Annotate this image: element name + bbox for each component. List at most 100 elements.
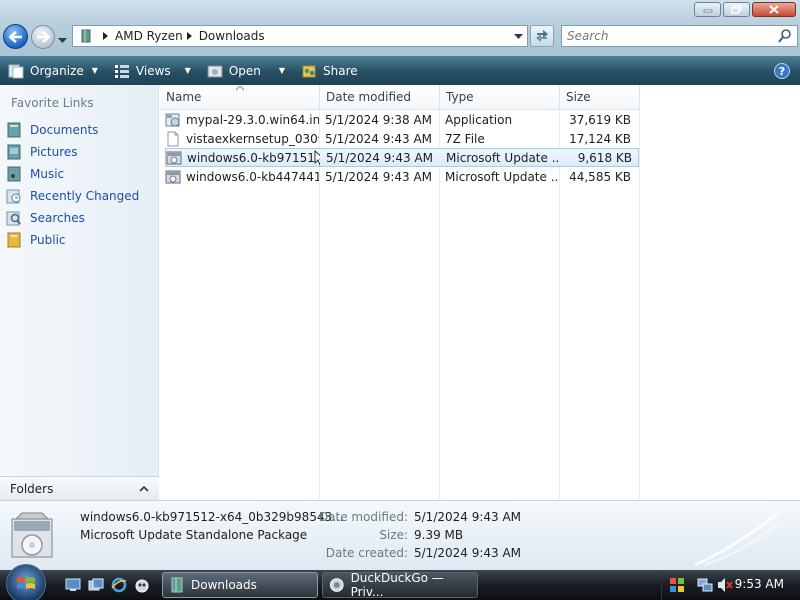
forward-arrow-icon (37, 31, 50, 43)
share-button[interactable]: Share (293, 56, 366, 85)
switch-windows-icon[interactable] (87, 576, 105, 594)
column-header-row: Name Date modified Type Size (160, 85, 800, 110)
column-header-label: Name (166, 90, 202, 104)
open-package-icon (207, 65, 223, 77)
minimize-button[interactable] (694, 2, 721, 17)
forward-button[interactable] (31, 25, 55, 49)
file-type: Application (445, 112, 513, 127)
searches-icon (6, 210, 22, 226)
file-size: 44,585 KB (569, 169, 631, 184)
column-header-label: Type (446, 90, 474, 104)
chevron-down-icon: ▼ (184, 66, 191, 75)
sidebar-item-searches[interactable]: Searches (6, 207, 139, 229)
installer-icon (165, 113, 180, 126)
file-name: windows6.0-kb97151 (187, 150, 315, 165)
file-name: vistaexkernsetup_0309... (186, 131, 319, 146)
details-pane: windows6.0-kb971512-x64_0b329b98543... M… (0, 500, 800, 570)
sidebar-item-label: Documents (30, 123, 99, 137)
show-desktop-icon[interactable] (64, 576, 82, 594)
command-bar: Organize ▼ Views ▼ Open ▼ Share (0, 56, 800, 85)
media-app-icon[interactable] (133, 576, 151, 594)
file-row-windows6-kb971512[interactable]: windows6.0-kb97151 5/1/2024 9:43 AM Micr… (165, 148, 639, 167)
taskbar-item-downloads[interactable]: Downloads (162, 572, 318, 598)
organize-icon (8, 64, 24, 78)
maximize-button[interactable] (723, 2, 750, 17)
windows-update-tray-icon[interactable] (669, 577, 685, 593)
clock[interactable]: 9:53 AM (735, 577, 784, 591)
sidebar-item-pictures[interactable]: Pictures (6, 141, 139, 163)
breadcrumb-item-amd-ryzen[interactable]: AMD Ryzen (115, 29, 183, 43)
update-package-large-icon (11, 512, 53, 558)
address-bar[interactable]: AMD Ryzen Downloads (72, 25, 528, 47)
chevron-down-icon (58, 38, 67, 43)
sidebar-item-documents[interactable]: Documents (6, 119, 139, 141)
file-row-mypal[interactable]: mypal-29.3.0.win64.ins... 5/1/2024 9:38 … (165, 110, 639, 129)
chevron-down-icon: ▼ (91, 66, 98, 75)
chevron-down-icon: ▼ (278, 66, 286, 75)
details-date-created: 5/1/2024 9:43 AM (414, 546, 522, 560)
file-row-windows6-kb447441[interactable]: windows6.0-kb447441... 5/1/2024 9:43 AM … (165, 167, 639, 186)
search-input[interactable] (562, 29, 772, 43)
pictures-icon (6, 144, 22, 160)
taskbar-item-duckduckgo[interactable]: DuckDuckGo — Priv... (322, 571, 478, 599)
recently-changed-icon (6, 188, 22, 204)
open-button[interactable]: Open ▼ (199, 56, 293, 85)
music-icon (6, 166, 22, 182)
internet-explorer-icon[interactable] (110, 576, 128, 594)
search-box[interactable] (561, 25, 798, 47)
documents-icon (6, 122, 22, 138)
column-header-type[interactable]: Type (440, 85, 560, 110)
file-size: 9,618 KB (577, 150, 632, 165)
sidebar-item-recently-changed[interactable]: Recently Changed (6, 185, 139, 207)
taskbar: Downloads DuckDuckGo — Priv... 9:53 AM (0, 564, 800, 600)
system-tray: 9:53 AM (661, 570, 800, 600)
favorite-links-heading: Favorite Links (11, 96, 94, 110)
breadcrumb-arrow-icon (186, 32, 192, 40)
taskbar-item-label: Downloads (191, 578, 257, 592)
chevron-down-icon[interactable] (514, 34, 523, 40)
organize-button[interactable]: Organize ▼ (0, 56, 106, 85)
folders-label: Folders (10, 481, 54, 496)
organize-label: Organize (30, 63, 84, 78)
refresh-button[interactable] (530, 25, 554, 47)
busy-cursor-icon (314, 149, 320, 166)
details-date-created-label: Date created: (325, 546, 408, 560)
back-button[interactable] (3, 24, 28, 49)
close-button[interactable] (752, 2, 796, 17)
column-header-date-modified[interactable]: Date modified (320, 85, 440, 110)
file-date: 5/1/2024 9:43 AM (325, 169, 433, 184)
details-date-modified: 5/1/2024 9:43 AM (414, 510, 522, 524)
column-header-name[interactable]: Name (160, 85, 320, 110)
sidebar-item-music[interactable]: Music (6, 163, 139, 185)
recent-pages-dropdown[interactable] (58, 33, 67, 47)
network-icon[interactable] (697, 577, 713, 593)
back-arrow-icon (8, 30, 22, 43)
breadcrumb-item-downloads[interactable]: Downloads (199, 29, 265, 43)
file-name: mypal-29.3.0.win64.ins... (186, 112, 319, 127)
file-date: 5/1/2024 9:43 AM (325, 131, 433, 146)
browser-icon (329, 578, 344, 592)
folders-toggle[interactable]: Folders (0, 476, 159, 500)
file-row-vistaexkernsetup[interactable]: vistaexkernsetup_0309... 5/1/2024 9:43 A… (165, 129, 639, 148)
column-header-label: Date modified (326, 90, 412, 104)
file-name: windows6.0-kb447441... (186, 169, 319, 184)
sidebar-item-label: Recently Changed (30, 189, 140, 203)
file-icon (167, 131, 179, 146)
taskbar-item-label: DuckDuckGo — Priv... (350, 571, 444, 599)
file-date: 5/1/2024 9:38 AM (325, 112, 433, 127)
details-size-label: Size: (379, 528, 408, 542)
sidebar-item-public[interactable]: Public (6, 229, 139, 251)
title-bar: AMD Ryzen Downloads (0, 0, 800, 56)
start-button[interactable] (6, 564, 46, 600)
file-size: 17,124 KB (569, 131, 631, 146)
public-folder-icon (6, 232, 22, 248)
sidebar-item-label: Music (30, 167, 65, 181)
volume-muted-icon[interactable] (716, 577, 734, 593)
search-icon[interactable] (778, 29, 792, 43)
close-icon (769, 5, 779, 14)
details-pane-swoosh (694, 511, 779, 567)
windows-logo-icon (17, 577, 35, 589)
views-button[interactable]: Views ▼ (106, 56, 199, 85)
help-button[interactable]: ? (774, 63, 790, 79)
column-header-size[interactable]: Size (560, 85, 640, 110)
